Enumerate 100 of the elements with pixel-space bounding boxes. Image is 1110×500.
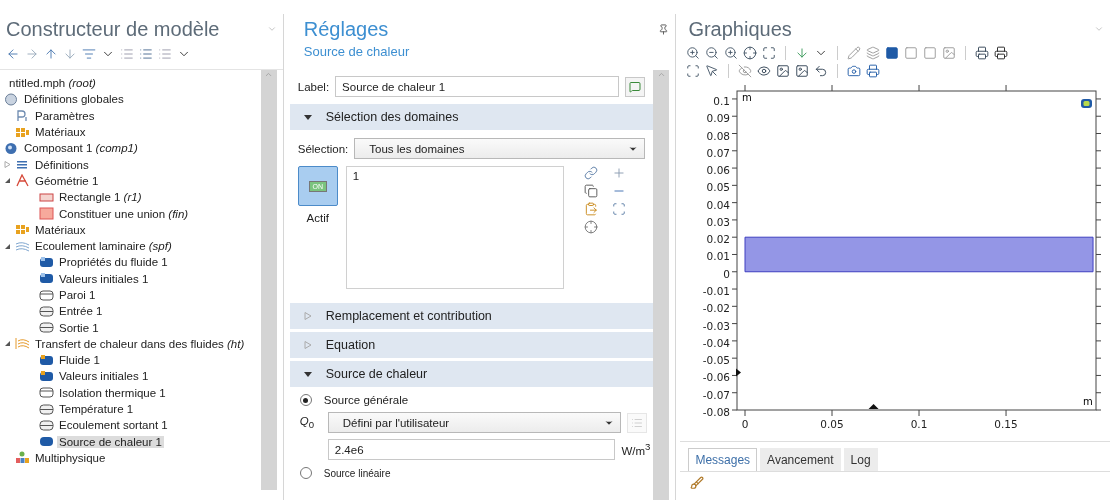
zoom-extents-icon[interactable] [762, 46, 777, 60]
forward-icon[interactable] [25, 47, 39, 61]
clear-icon[interactable] [690, 476, 705, 490]
camera-icon[interactable] [847, 64, 862, 78]
radio-option[interactable]: Source linéaire [289, 463, 654, 479]
collapsed-icon [303, 341, 312, 349]
view-icon[interactable] [1081, 99, 1093, 108]
tree-item[interactable]: Multiphysique [0, 449, 261, 467]
section-header[interactable]: Equation [289, 332, 654, 358]
tree-item[interactable]: Définitions globales [0, 91, 261, 108]
tick-label: 0 [723, 267, 731, 280]
link-icon[interactable] [583, 166, 598, 180]
section-header[interactable]: Source de chaleur [289, 361, 654, 387]
printer-icon[interactable] [994, 46, 1009, 60]
scrollbar[interactable] [653, 70, 670, 500]
tree-item[interactable]: Propriétés du fluide 1 [0, 254, 261, 271]
tree-item[interactable]: Transfert de chaleur dans des fluides (ht) [0, 335, 261, 353]
component-icon [4, 141, 19, 155]
printer-icon[interactable] [975, 46, 990, 60]
value-field[interactable]: 2.4e6 [327, 439, 616, 460]
tree-item[interactable]: ntitled.mph (root) [0, 75, 261, 92]
reset-icon[interactable] [814, 64, 829, 78]
tab[interactable]: Log [843, 448, 878, 471]
boundary-icon [39, 418, 54, 432]
zoom-box-icon[interactable] [724, 46, 739, 60]
tree-item[interactable]: Définitions [0, 156, 261, 173]
label-field[interactable]: Source de chaleur 1 [335, 76, 620, 97]
axis-unit: m [742, 92, 753, 103]
up-icon[interactable] [44, 47, 58, 61]
selection-dropdown[interactable]: Tous les domaines [354, 138, 646, 159]
center-icon[interactable] [743, 46, 758, 60]
expanded-icon[interactable] [4, 340, 11, 348]
tick-label: 0.05 [707, 181, 731, 194]
printer-icon[interactable] [866, 64, 881, 78]
list-icon[interactable] [139, 47, 153, 61]
expanded-icon[interactable] [4, 242, 11, 250]
lines-icon [15, 158, 30, 172]
boundary-icon [39, 304, 54, 318]
domain-icon [39, 255, 54, 269]
eye-icon[interactable] [757, 64, 772, 78]
zoom-in-icon[interactable] [686, 46, 701, 60]
tree-item[interactable]: Ecoulement sortant 1 [0, 417, 261, 434]
source-dropdown[interactable]: Défini par l'utilisateur [327, 412, 622, 433]
pin-icon[interactable] [658, 23, 670, 35]
tree-item[interactable]: Ecoulement laminaire (spf) [0, 237, 261, 255]
filter-icon[interactable] [82, 47, 96, 61]
locate-icon[interactable] [583, 220, 598, 234]
panel-title: Réglages [303, 17, 389, 41]
image-icon[interactable] [795, 64, 810, 78]
image-icon[interactable] [942, 46, 957, 60]
boundary-icon [39, 321, 54, 335]
zoom-out-icon[interactable] [705, 46, 720, 60]
select-box-icon[interactable] [686, 64, 701, 78]
copy-icon[interactable] [583, 184, 598, 198]
tree-item[interactable]: Matériaux [0, 123, 261, 141]
panel-subtitle: Source de chaleur [302, 44, 411, 61]
expanded-icon[interactable] [4, 177, 11, 185]
image-icon[interactable] [776, 64, 791, 78]
pointer-icon[interactable] [705, 64, 720, 78]
tree-item[interactable]: Valeurs initiales 1 [0, 270, 261, 287]
tree-item[interactable]: Fluide 1 [0, 352, 261, 369]
tree-item[interactable]: Constituer une union (fin) [0, 205, 261, 222]
zoom-selection-icon[interactable] [611, 202, 626, 216]
domain-list[interactable]: 1 [345, 166, 564, 289]
tree-item[interactable]: Géométrie 1 [0, 172, 261, 190]
tree-item[interactable]: Isolation thermique 1 [0, 384, 261, 401]
back-icon[interactable] [6, 47, 20, 61]
domain-icon [39, 272, 54, 286]
comment-icon [629, 80, 642, 93]
comment-button[interactable] [625, 76, 646, 97]
tab[interactable]: Avancement [760, 448, 841, 471]
tree-item[interactable]: Température 1 [0, 400, 261, 418]
tree-item[interactable]: Composant 1 (comp1) [0, 140, 261, 157]
paste-icon[interactable] [583, 202, 598, 216]
tree-item[interactable]: Sortie 1 [0, 319, 261, 336]
tree-item[interactable]: Entrée 1 [0, 303, 261, 320]
tree-item[interactable]: Paramètres [0, 107, 261, 124]
tick-label: 0.07 [707, 146, 731, 159]
tab[interactable]: Messages [688, 448, 758, 471]
waves-icon [15, 239, 30, 253]
tree-item[interactable]: Rectangle 1 (r1) [0, 189, 261, 206]
multiphysics-icon [15, 451, 30, 465]
tick-label: -0.02 [703, 302, 731, 315]
down-icon[interactable] [63, 47, 77, 61]
collapsed-icon[interactable] [4, 161, 11, 169]
symbol-label: Q$_{0}$ [299, 414, 316, 431]
tree-item[interactable]: Paroi 1 [0, 286, 261, 304]
cursor-marker-icon [736, 368, 742, 377]
boundary-icon [39, 402, 54, 416]
section-header[interactable]: Remplacement et contribution [289, 303, 654, 329]
axis-unit: m [1083, 396, 1094, 407]
tick-label: 0.01 [707, 250, 731, 263]
radio-option[interactable]: Source générale [289, 387, 654, 409]
surface-icon[interactable] [885, 46, 900, 60]
tree-item[interactable]: Matériaux [0, 221, 261, 238]
section-header[interactable]: Sélection des domaines [289, 104, 654, 130]
tree-item[interactable]: Valeurs initiales 1 [0, 368, 261, 385]
scrollbar[interactable] [260, 70, 277, 490]
frame-icon[interactable] [923, 46, 938, 60]
tree-item[interactable]: Source de chaleur 1 [0, 433, 261, 450]
